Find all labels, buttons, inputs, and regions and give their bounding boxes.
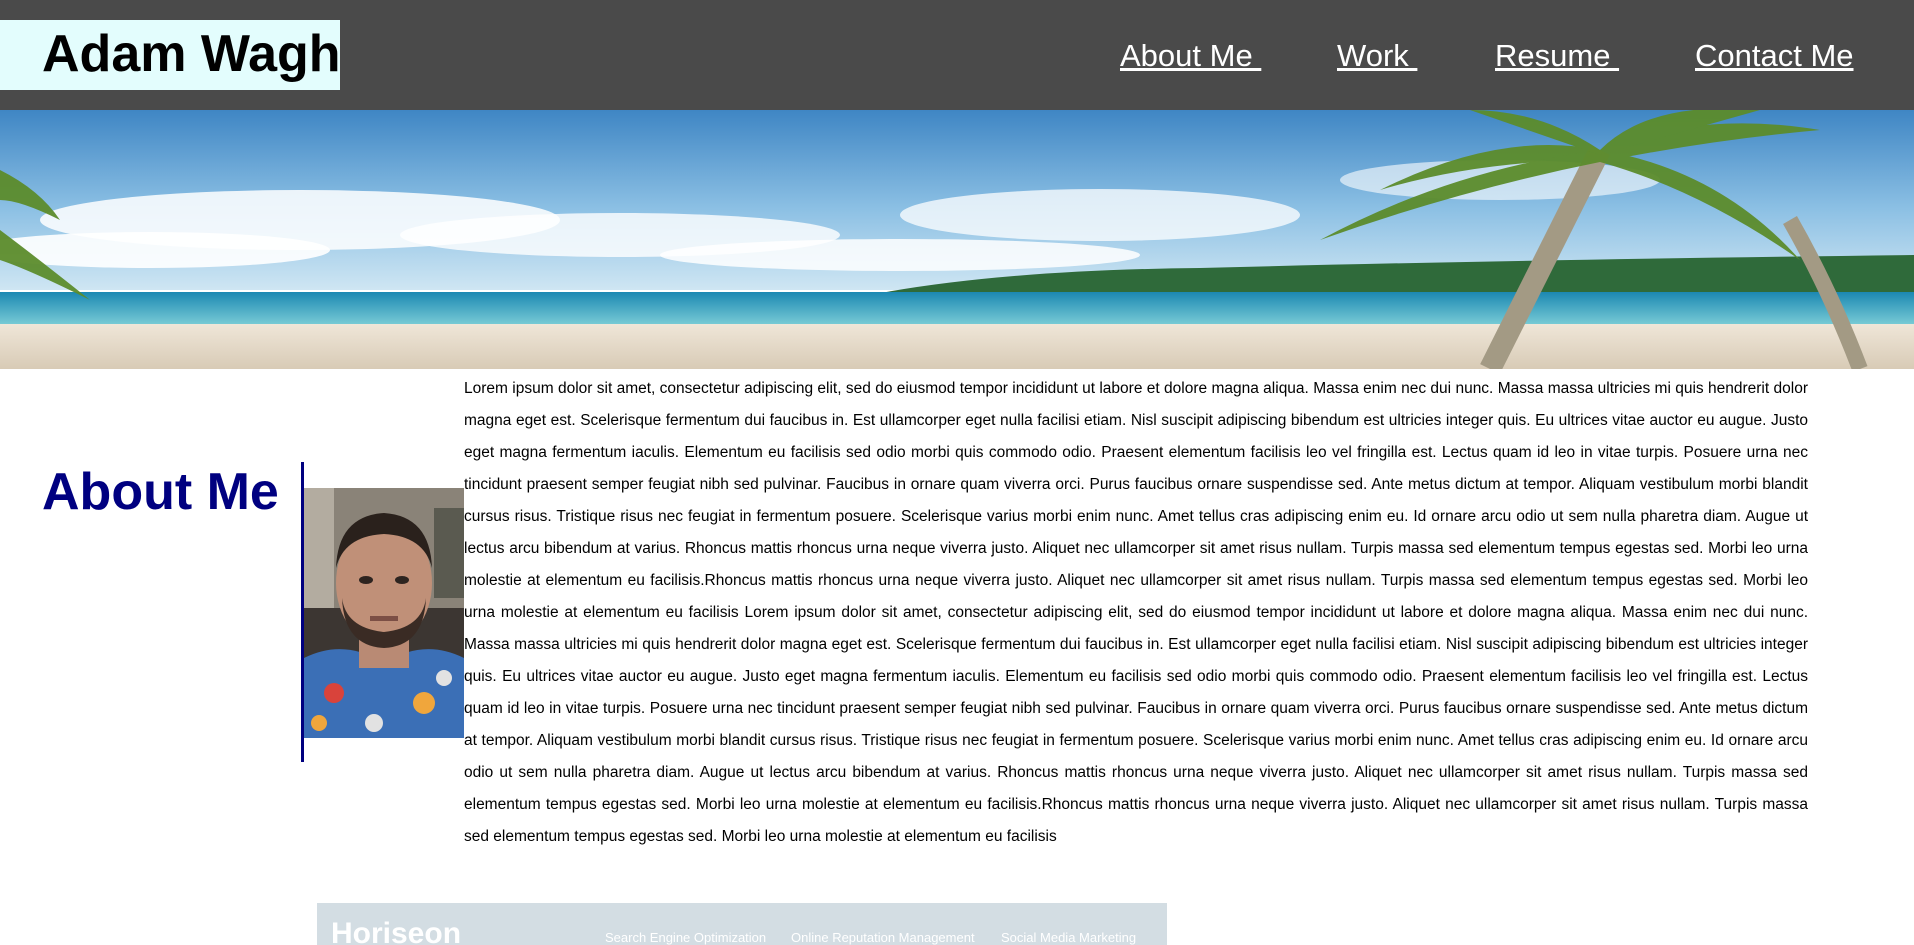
nav-link-resume[interactable]: Resume (1495, 38, 1619, 74)
about-heading: About Me (42, 463, 279, 521)
work-preview-brand: Horiseon (331, 917, 462, 945)
work-preview-card[interactable]: Horiseon Search Engine Optimization Onli… (317, 903, 1167, 945)
nav-link-work[interactable]: Work (1337, 38, 1417, 74)
profile-photo-image (304, 488, 464, 738)
work-preview-nav-item: Search Engine Optimization (605, 930, 767, 945)
about-paragraph: Lorem ipsum dolor sit amet, consectetur … (464, 380, 1808, 845)
work-preview-nav-item: Online Reputation Management (791, 930, 975, 945)
profile-photo (304, 488, 464, 738)
main-nav: About Me Work Resume Contact Me (0, 38, 1914, 78)
nav-link-contact-me[interactable]: Contact Me (1695, 38, 1854, 74)
work-preview-nav-item: Social Media Marketing (1001, 930, 1137, 945)
site-header: Adam Wagh About Me Work Resume Contact M… (0, 0, 1914, 110)
hero-banner (0, 110, 1914, 369)
beach-palm-banner-image (0, 110, 1914, 369)
nav-link-about-me[interactable]: About Me (1120, 38, 1261, 74)
